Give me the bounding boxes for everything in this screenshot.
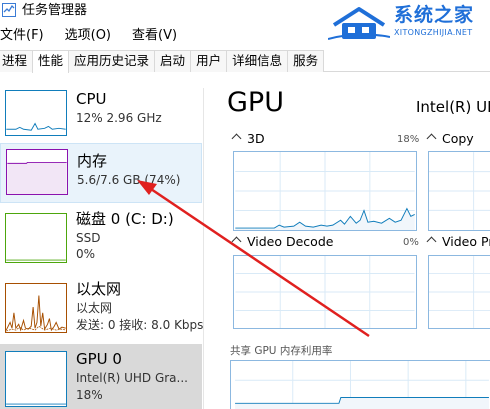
disk-type: SSD xyxy=(76,231,101,245)
engine-video-processing-label: Video Pr xyxy=(442,234,490,249)
gpu-usage: 18% xyxy=(76,388,103,402)
disk-thumbnail-graph xyxy=(5,213,67,263)
disk-label: 磁盘 0 (C: D:) xyxy=(76,210,174,228)
engine-video-processing-graph xyxy=(428,255,490,329)
cpu-label: CPU xyxy=(76,90,107,108)
gpu-model-name: Intel(R) UHD xyxy=(416,98,490,116)
engine-video-decode-percent: 0% xyxy=(403,237,419,248)
engine-video-processing-selector[interactable]: Video Pr xyxy=(426,234,490,250)
watermark-subtitle: XITONGZHIJIA.NET xyxy=(394,28,473,37)
memory-detail: 5.6/7.6 GB (74%) xyxy=(77,173,181,187)
chevron-down-icon xyxy=(426,236,437,247)
sidebar-item-disk[interactable]: 磁盘 0 (C: D:) SSD 0% xyxy=(0,208,202,274)
watermark-title: 系统之家 xyxy=(394,4,475,26)
ethernet-label: 以太网 xyxy=(76,280,122,298)
cpu-detail: 12% 2.96 GHz xyxy=(76,111,162,125)
sidebar-item-ethernet[interactable]: 以太网 以太网 发送: 0 接收: 8.0 Kbps xyxy=(0,280,204,346)
chevron-down-icon xyxy=(426,133,437,144)
sidebar-item-gpu[interactable]: GPU 0 Intel(R) UHD Gra... 18% xyxy=(0,344,202,409)
disk-usage: 0% xyxy=(76,247,96,261)
ethernet-subtitle: 以太网 xyxy=(76,301,113,315)
menu-file[interactable]: 文件(F) xyxy=(0,26,47,46)
tab-services[interactable]: 服务 xyxy=(287,50,325,72)
house-logo-icon xyxy=(328,7,390,40)
tab-processes[interactable]: 进程 xyxy=(0,50,34,72)
engine-3d-percent: 18% xyxy=(397,134,420,145)
tab-startup[interactable]: 启动 xyxy=(154,50,192,72)
task-manager-icon xyxy=(2,3,16,17)
gpu-label: GPU 0 xyxy=(76,350,122,368)
watermark: 系统之家 XITONGZHIJIA.NET xyxy=(326,0,490,48)
menu-options[interactable]: 选项(O) xyxy=(65,26,114,46)
tab-strip: 进程 性能 应用历史记录 启动 用户 详细信息 服务 xyxy=(0,50,490,73)
window-title: 任务管理器 xyxy=(22,3,88,18)
engine-copy-graph xyxy=(428,151,490,231)
sidebar-item-memory[interactable]: 内存 5.6/7.6 GB (74%) xyxy=(0,143,202,203)
gpu-model: Intel(R) UHD Gra... xyxy=(76,371,188,385)
tab-users[interactable]: 用户 xyxy=(190,50,228,72)
engine-3d-graph xyxy=(233,151,417,231)
engine-3d-label: 3D xyxy=(247,131,265,146)
tab-app-history[interactable]: 应用历史记录 xyxy=(68,50,156,72)
chevron-down-icon xyxy=(231,133,242,144)
menu-bar: 文件(F) 选项(O) 查看(V) xyxy=(0,26,198,46)
cpu-thumbnail-graph xyxy=(5,90,67,136)
tab-details[interactable]: 详细信息 xyxy=(226,50,289,72)
ethernet-thumbnail-graph xyxy=(5,283,67,333)
engine-3d-selector[interactable]: 3D xyxy=(231,131,265,147)
memory-thumbnail-graph xyxy=(6,149,68,195)
shared-gpu-memory-label: 共享 GPU 内存利用率 xyxy=(230,345,333,357)
page-title: GPU xyxy=(227,87,284,118)
memory-label: 内存 xyxy=(77,152,108,170)
resource-list: CPU 12% 2.96 GHz 内存 5.6/7.6 GB (74%) 磁盘 … xyxy=(0,88,204,409)
shared-gpu-memory-graph xyxy=(230,360,490,409)
engine-copy-selector[interactable]: Copy xyxy=(426,131,474,147)
engine-copy-label: Copy xyxy=(442,131,474,146)
engine-video-decode-label: Video Decode xyxy=(247,234,334,249)
engine-video-decode-selector[interactable]: Video Decode xyxy=(231,234,334,250)
menu-view[interactable]: 查看(V) xyxy=(132,26,180,46)
panel-divider xyxy=(203,88,204,409)
gpu-thumbnail-graph xyxy=(5,351,67,407)
ethernet-rates: 发送: 0 接收: 8.0 Kbps xyxy=(76,318,204,332)
tab-performance[interactable]: 性能 xyxy=(32,50,70,73)
chevron-down-icon xyxy=(231,236,242,247)
engine-video-decode-graph xyxy=(233,255,417,329)
